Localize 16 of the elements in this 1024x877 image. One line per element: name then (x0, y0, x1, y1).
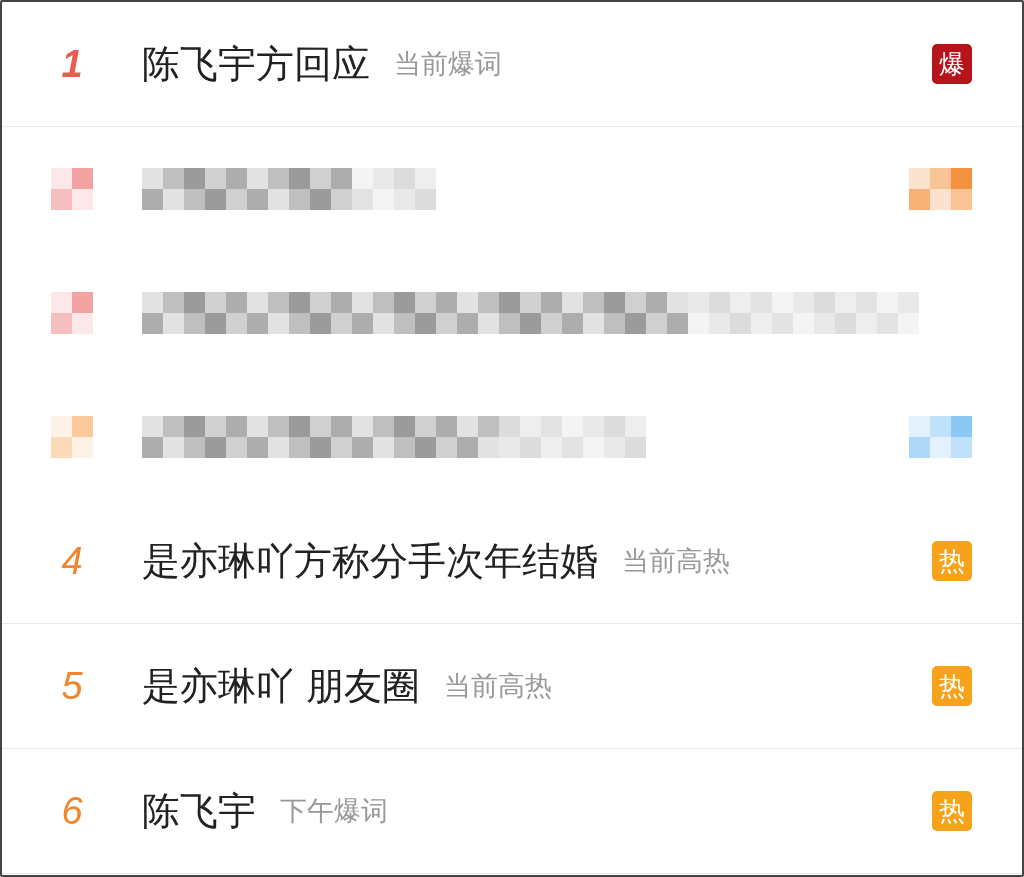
topic-title: 是亦琳吖方称分手次年结婚 (142, 537, 598, 585)
heat-badge: 热 (932, 791, 972, 831)
topic-title: 陈飞宇方回应 (142, 40, 370, 88)
topic-title: 陈飞宇 (142, 787, 256, 835)
heat-badge: 爆 (932, 44, 972, 84)
rank-number: 5 (60, 664, 84, 708)
topic-title: 是亦琳吖 朋友圈 (142, 662, 421, 710)
rank-number: 1 (60, 42, 84, 86)
rank-number: 4 (60, 539, 84, 583)
heat-badge: 热 (932, 541, 972, 581)
heat-label: 当前高热 (622, 544, 730, 578)
heat-label: 当前高热 (444, 669, 553, 703)
heat-label: 下午爆词 (280, 794, 388, 828)
heat-badge: 热 (932, 666, 972, 706)
heat-label: 当前爆词 (394, 47, 502, 81)
rank-number: 6 (60, 789, 84, 833)
